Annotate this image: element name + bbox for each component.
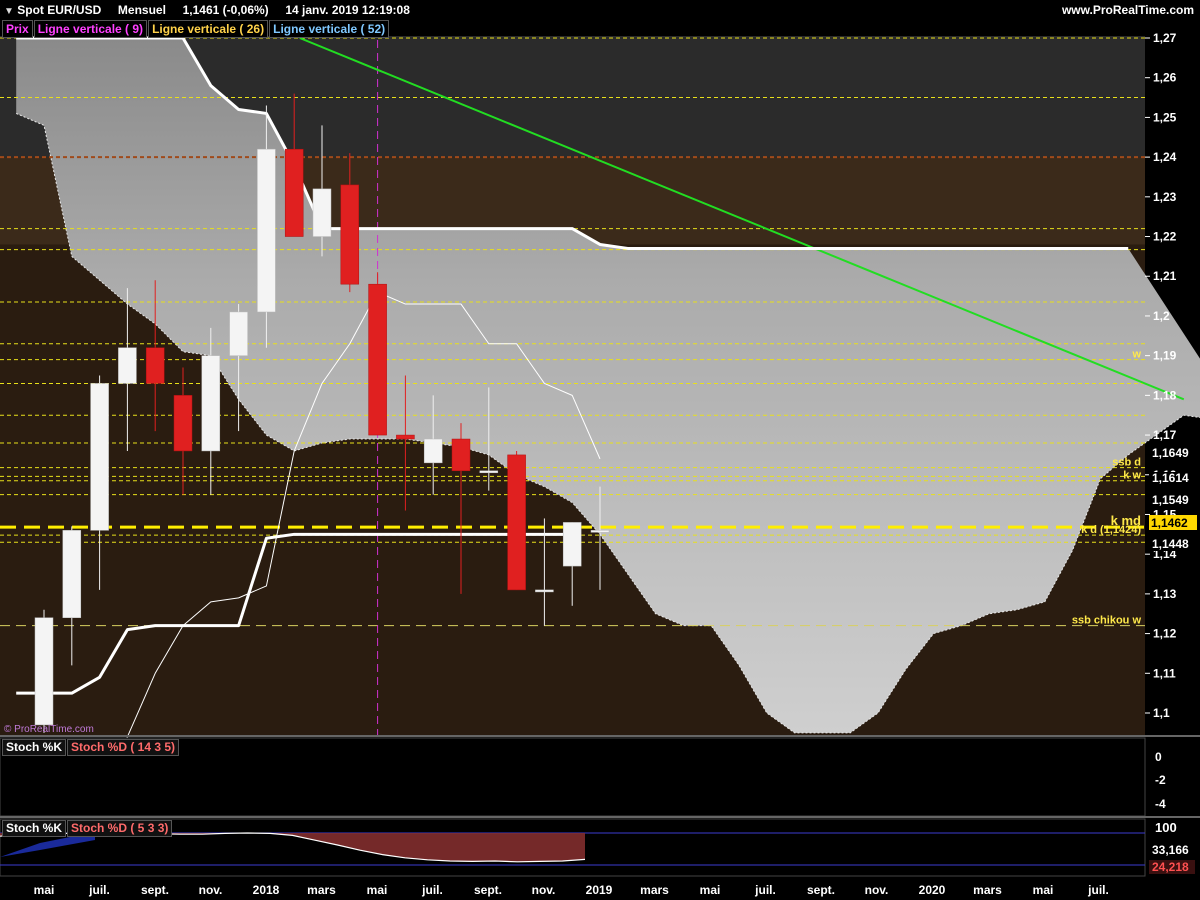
- x-tick-label: 2019: [586, 883, 613, 897]
- stoch1-tick: -2: [1155, 773, 1166, 787]
- candle-body: [562, 522, 582, 567]
- candle-body: [284, 148, 304, 237]
- y-tick-label: 1,23: [1153, 190, 1177, 204]
- x-tick-label: 2020: [919, 883, 946, 897]
- x-tick-label: nov.: [532, 883, 556, 897]
- candle-body: [590, 530, 610, 533]
- y-tick-label: 1,26: [1153, 71, 1177, 85]
- candle-body: [34, 617, 54, 726]
- y-tick-label: 1,1: [1153, 706, 1170, 720]
- stoch2-tick: 100: [1155, 820, 1177, 835]
- level-label: ssb chikou w: [1072, 615, 1142, 627]
- y-tick-label: 1,24: [1153, 150, 1177, 164]
- x-tick-label: mai: [1033, 883, 1054, 897]
- x-tick-label: mars: [640, 883, 669, 897]
- y-tick-label: 1,12: [1153, 627, 1177, 641]
- x-tick-label: sept.: [474, 883, 502, 897]
- y-tick-label: 1,13: [1153, 587, 1177, 601]
- candle-body: [118, 347, 137, 384]
- candle-body: [257, 148, 276, 313]
- x-tick-label: mars: [973, 883, 1002, 897]
- price-chart[interactable]: wssb dk wk mdk d (1,1424)ssb chikou w 1,…: [0, 0, 1200, 900]
- stoch1-tick: -4: [1155, 797, 1166, 811]
- x-tick-label: 2018: [253, 883, 280, 897]
- y-tick-label: 1,17: [1153, 428, 1177, 442]
- stoch2-legend: Stoch %K Stoch %D ( 5 3 3): [2, 820, 173, 837]
- price-tag: 1,1649: [1152, 446, 1189, 460]
- candle-body: [396, 434, 415, 440]
- x-tick-label: juil.: [754, 883, 776, 897]
- x-tick-label: mai: [34, 883, 55, 897]
- stoch1-d-label[interactable]: Stoch %D ( 14 3 5): [67, 739, 180, 756]
- price-legend: Prix Ligne verticale ( 9) Ligne verticale …: [2, 20, 390, 38]
- x-tick-label: mai: [367, 883, 388, 897]
- x-tick-label: mars: [307, 883, 336, 897]
- level-label: k d (1,1424): [1081, 524, 1141, 536]
- y-tick-label: 1,22: [1153, 230, 1177, 244]
- x-tick-label: sept.: [807, 883, 835, 897]
- watermark: © ProRealTime.com: [4, 724, 94, 735]
- x-tick-label: juil.: [1087, 883, 1109, 897]
- stoch1-legend: Stoch %K Stoch %D ( 14 3 5): [2, 739, 180, 756]
- level-label: w: [1131, 349, 1141, 361]
- y-tick-label: 1,21: [1153, 269, 1177, 283]
- y-tick-label: 1,19: [1153, 349, 1177, 363]
- candle-body: [173, 395, 193, 452]
- candle-body: [368, 283, 387, 436]
- current-price-tag: 1,1462: [1151, 516, 1188, 530]
- candle-body: [62, 530, 82, 618]
- y-tick-label: 1,25: [1153, 110, 1177, 124]
- y-tick-label: 1,18: [1153, 388, 1177, 402]
- x-tick-label: juil.: [88, 883, 110, 897]
- candle-body: [312, 188, 332, 237]
- stoch2-k-label[interactable]: Stoch %K: [2, 820, 67, 837]
- candle-body: [201, 355, 221, 452]
- legend-vline-52[interactable]: Ligne verticale ( 52): [269, 20, 390, 38]
- price-tag: 1,1549: [1152, 493, 1189, 507]
- legend-vline-26[interactable]: Ligne verticale ( 26): [148, 20, 269, 38]
- legend-vline-9[interactable]: Ligne verticale ( 9): [33, 20, 148, 38]
- candle-body: [507, 454, 526, 591]
- x-tick-label: juil.: [421, 883, 443, 897]
- candle-body: [479, 470, 499, 474]
- stoch1-k-label[interactable]: Stoch %K: [2, 739, 67, 756]
- candle-body: [145, 347, 165, 384]
- chart-window: ▼ Spot EUR/USD Mensuel 1,1461 (-0,06%) 1…: [0, 0, 1200, 900]
- candle-body: [451, 438, 471, 472]
- x-tick-label: mai: [700, 883, 721, 897]
- price-tag: 1,1448: [1152, 537, 1189, 551]
- legend-price[interactable]: Prix: [2, 20, 33, 38]
- stoch2-k-tag: 33,166: [1152, 843, 1189, 857]
- x-tick-label: nov.: [865, 883, 889, 897]
- y-tick-label: 1,27: [1153, 31, 1177, 45]
- y-tick-label: 1,11: [1153, 666, 1176, 680]
- level-label: k w: [1123, 470, 1141, 482]
- y-tick-label: 1,2: [1153, 309, 1170, 323]
- candle-body: [229, 311, 248, 356]
- stoch2-d-tag: 24,218: [1152, 860, 1189, 874]
- candle-body: [535, 589, 554, 593]
- level-label: ssb d: [1112, 457, 1141, 469]
- x-tick-label: sept.: [141, 883, 169, 897]
- candle-body: [423, 438, 443, 464]
- price-tag: 1,1614: [1152, 471, 1189, 485]
- candle-body: [340, 184, 360, 285]
- candle-body: [90, 383, 109, 531]
- stoch1-tick: 0: [1155, 750, 1162, 764]
- stoch2-d-label[interactable]: Stoch %D ( 5 3 3): [67, 820, 173, 837]
- x-tick-label: nov.: [199, 883, 223, 897]
